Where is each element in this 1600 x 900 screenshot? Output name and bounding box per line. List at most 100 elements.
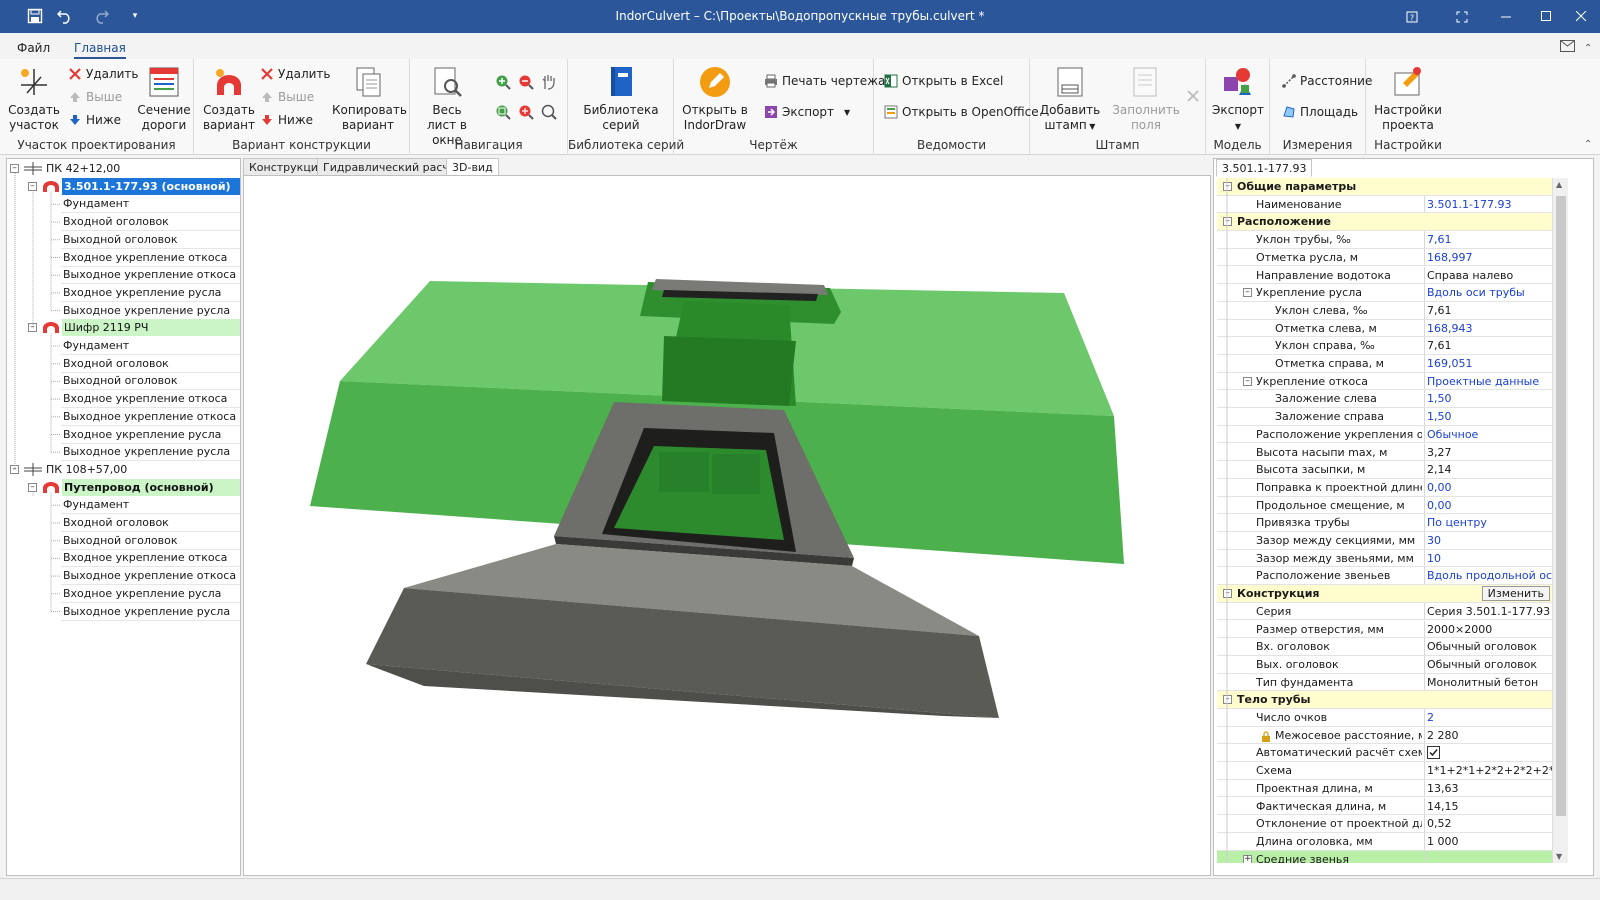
property-category[interactable]: – Конструкция Изменить <box>1217 585 1552 603</box>
property-row[interactable]: + Средние звенья <box>1217 850 1552 863</box>
tree-node-element[interactable]: Выходное укрепление русла <box>7 302 240 320</box>
copy-variant-button[interactable]: Копировать вариант <box>332 65 407 133</box>
tab-file[interactable]: Файл <box>17 41 50 55</box>
tree-node-element[interactable]: Входной оголовок <box>7 213 240 232</box>
property-row[interactable]: Проектная длина, м 13,63 <box>1217 779 1552 798</box>
series-library-button[interactable]: Библиотека серий <box>582 65 660 133</box>
tab-3d-view[interactable]: 3D-вид <box>446 158 499 176</box>
property-value[interactable]: 7,61 <box>1424 231 1552 248</box>
property-category[interactable]: – Тело трубы <box>1217 691 1552 709</box>
tab-home[interactable]: Главная <box>74 41 126 59</box>
area-button[interactable]: Площадь <box>1282 105 1358 119</box>
property-value[interactable]: 0,00 <box>1424 496 1552 514</box>
minimize-button[interactable] <box>1486 0 1526 33</box>
delete-section-button[interactable]: Удалить <box>68 67 139 81</box>
property-value[interactable]: Вдоль оси трубы <box>1424 284 1552 301</box>
property-grid-scrollbar[interactable]: ▲ ▼ <box>1552 178 1568 863</box>
property-row[interactable]: – Укрепление откоса Проектные данные <box>1217 372 1552 391</box>
scroll-down-icon[interactable]: ▼ <box>1556 852 1562 861</box>
property-value[interactable]: 13,63 <box>1424 779 1552 797</box>
property-value[interactable]: Обычное <box>1424 425 1552 443</box>
property-value[interactable]: 2,14 <box>1424 461 1552 478</box>
property-category[interactable]: – Общие параметры <box>1217 178 1552 196</box>
property-row[interactable]: Заложение справа 1,50 <box>1217 408 1552 426</box>
property-row[interactable]: Вых. оголовок Обычный оголовок <box>1217 655 1552 674</box>
checkbox-checked-icon[interactable] <box>1427 746 1440 760</box>
property-row[interactable]: Отметка русла, м 168,997 <box>1217 248 1552 267</box>
property-row[interactable]: Отклонение от проектной длины0,52 <box>1217 815 1552 833</box>
property-row[interactable]: Тип фундамента Монолитный бетон <box>1217 673 1552 692</box>
property-value[interactable]: 1 000 <box>1424 832 1552 850</box>
property-value[interactable]: 30 <box>1424 532 1552 549</box>
3d-viewport[interactable] <box>243 175 1211 876</box>
road-section-button[interactable]: Сечение дороги <box>136 65 192 133</box>
property-value[interactable]: 2000×2000 <box>1424 620 1552 638</box>
tree-node-pk[interactable]: – ПК 108+57,00 <box>7 461 240 478</box>
move-section-up-button[interactable]: Выше <box>68 90 122 104</box>
tree-node-element[interactable]: Входное укрепление русла <box>7 426 240 444</box>
property-row[interactable]: Уклон слева, ‰ 7,61 <box>1217 301 1552 320</box>
scroll-up-icon[interactable]: ▲ <box>1556 180 1562 189</box>
property-row[interactable]: Направление водотока Справа налево <box>1217 266 1552 285</box>
property-value[interactable]: 1,50 <box>1424 408 1552 425</box>
collapse-toggle-icon[interactable]: – <box>28 181 37 191</box>
property-row[interactable]: Расположение звеньев Вдоль продольной оси <box>1217 567 1552 586</box>
add-stamp-button[interactable]: Добавить штамп ▼ <box>1038 65 1102 134</box>
property-value[interactable]: 0,00 <box>1424 478 1552 496</box>
remove-stamp-icon[interactable] <box>1186 89 1200 106</box>
property-value[interactable]: 168,943 <box>1424 319 1552 337</box>
property-value[interactable]: 10 <box>1424 549 1552 567</box>
property-value[interactable]: 2 <box>1424 709 1552 726</box>
culvert-3d-model[interactable] <box>244 176 1210 875</box>
scrollbar-thumb[interactable] <box>1556 196 1566 816</box>
property-row[interactable]: Зазор между секциями, мм 30 <box>1217 532 1552 550</box>
tree-node-element[interactable]: Выходное укрепление русла <box>7 443 240 462</box>
property-row[interactable]: Межосевое расстояние, мм 2 280 <box>1217 726 1552 745</box>
property-row[interactable]: Поправка к проектной длине, м0,00 <box>1217 478 1552 497</box>
property-value[interactable]: 14,15 <box>1424 797 1552 815</box>
property-value[interactable]: Вдоль продольной оси <box>1424 567 1552 585</box>
property-row[interactable]: Серия Серия 3.501.1-177.93 <box>1217 602 1552 621</box>
auto-calc-checkbox[interactable] <box>1424 744 1552 762</box>
collapse-toggle-icon[interactable]: – <box>10 464 19 474</box>
property-value[interactable]: 3,27 <box>1424 443 1552 461</box>
property-value[interactable]: Справа налево <box>1424 266 1552 284</box>
fill-fields-button[interactable]: Заполнить поля <box>1112 65 1180 133</box>
property-row[interactable]: Наименование 3.501.1-177.93 <box>1217 195 1552 214</box>
property-value[interactable]: Проектные данные <box>1424 372 1552 390</box>
tree-node-element[interactable]: Выходное укрепление откоса <box>7 266 240 285</box>
zoom-extents-icon[interactable] <box>541 104 557 123</box>
tree-node-element[interactable]: Выходное укрепление откоса <box>7 567 240 586</box>
property-value[interactable]: 1,50 <box>1424 390 1552 408</box>
move-variant-up-button[interactable]: Выше <box>260 90 314 104</box>
zoom-in-icon[interactable] <box>495 74 511 93</box>
print-drawing-button[interactable]: Печать чертежа <box>764 74 885 88</box>
property-row[interactable]: Отметка справа, м 169,051 <box>1217 355 1552 373</box>
create-section-button[interactable]: Создать участок <box>6 65 62 133</box>
collapse-toggle-icon[interactable]: – <box>10 164 19 173</box>
property-row[interactable]: Число очков 2 <box>1217 709 1552 727</box>
property-value[interactable] <box>1424 850 1552 863</box>
property-value[interactable]: Серия 3.501.1-177.93 <box>1424 602 1552 620</box>
help-icon[interactable]: ? <box>1398 0 1426 33</box>
property-row[interactable]: Отметка слева, м 168,943 <box>1217 319 1552 338</box>
fullscreen-icon[interactable] <box>1448 0 1476 33</box>
property-value[interactable]: По центру <box>1424 514 1552 531</box>
close-button[interactable] <box>1562 0 1600 33</box>
tree-node-element[interactable]: Входное укрепление откоса <box>7 249 240 267</box>
property-value[interactable]: 1*1+2*1+2*2+2*2+2*1+1*1 <box>1424 762 1552 779</box>
property-row[interactable]: Зазор между звеньями, мм 10 <box>1217 549 1552 568</box>
tree-node-element[interactable]: Фундамент <box>7 496 240 515</box>
tree-node-element[interactable]: Выходное укрепление откоса <box>7 408 240 426</box>
tree-node-element[interactable]: Фундамент <box>7 337 240 355</box>
tree-node-element[interactable]: Выходной оголовок <box>7 231 240 249</box>
property-row[interactable]: Расположение укрепления откосаОбычное <box>1217 425 1552 444</box>
property-row[interactable]: Продольное смещение, м 0,00 <box>1217 496 1552 515</box>
pan-hand-icon[interactable] <box>541 73 557 93</box>
property-row[interactable]: Высота засыпки, м 2,14 <box>1217 461 1552 479</box>
tree-node-element[interactable]: Фундамент <box>7 195 240 214</box>
export-model-button[interactable]: Экспорт ▼ <box>1210 65 1266 134</box>
maximize-button[interactable] <box>1526 0 1566 33</box>
create-variant-button[interactable]: Создать вариант <box>202 65 256 133</box>
property-value[interactable]: 3.501.1-177.93 <box>1424 195 1552 213</box>
